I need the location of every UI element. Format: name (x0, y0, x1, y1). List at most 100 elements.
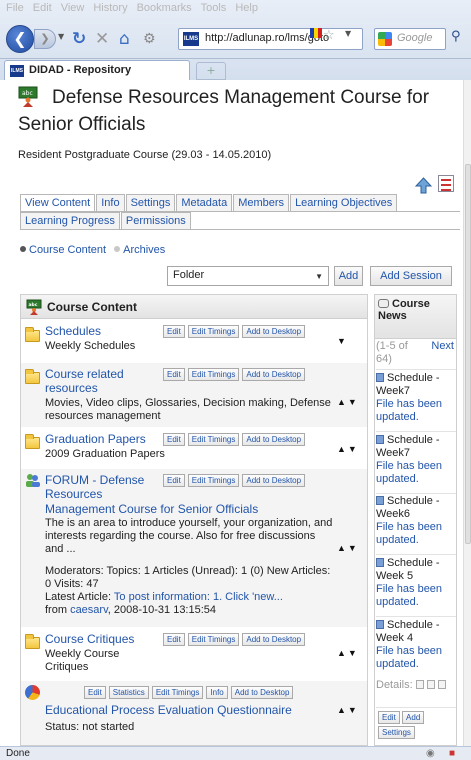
author-link[interactable]: caesarv (70, 604, 108, 616)
details-short-icon[interactable] (415, 680, 424, 689)
news-add-button[interactable]: Add (402, 711, 425, 724)
tab-metadata[interactable]: Metadata (176, 194, 233, 211)
menu-bookmarks[interactable]: Bookmarks (137, 2, 192, 18)
edit-button[interactable]: Edit (163, 325, 185, 338)
vertical-scrollbar[interactable] (463, 80, 471, 746)
edit-timings-button[interactable]: Edit Timings (187, 633, 240, 646)
tools-icon[interactable]: ⚙ (143, 30, 156, 48)
forum-from: from caesarv, 2008-10-31 13:15:54 (45, 604, 345, 617)
add-to-desktop-button[interactable]: Add to Desktop (242, 368, 306, 381)
inactive-bullet-icon (114, 246, 121, 252)
news-item-text[interactable]: File has been updated. (376, 521, 442, 546)
menu-help[interactable]: Help (235, 2, 258, 18)
from-label: from (45, 604, 67, 616)
news-item[interactable]: Schedule - Week7 File has been updated. (376, 434, 456, 486)
tab-learning-objectives[interactable]: Learning Objectives (290, 194, 398, 211)
reorder-arrows-icon[interactable]: ▲▼ (337, 397, 359, 407)
details-medium-icon[interactable] (426, 680, 435, 689)
menu-file[interactable]: File (6, 2, 24, 18)
google-icon[interactable] (378, 32, 392, 46)
edit-button[interactable]: Edit (163, 433, 185, 446)
item-title-link[interactable]: Course Critiques (45, 632, 134, 646)
forward-button[interactable]: ❯ (34, 29, 56, 49)
item-title-link[interactable]: Graduation Papers (45, 432, 146, 446)
tab-info[interactable]: Info (96, 194, 125, 211)
search-input[interactable]: Google (374, 28, 446, 50)
edit-timings-button[interactable]: Edit Timings (187, 433, 240, 446)
stop-icon[interactable]: ✕ (95, 30, 109, 48)
tab-settings[interactable]: Settings (125, 194, 176, 211)
history-dropdown-icon[interactable]: ▼ (58, 32, 64, 41)
tab-learning-progress[interactable]: Learning Progress (20, 212, 120, 229)
news-edit-button[interactable]: Edit (378, 711, 400, 724)
add-to-desktop-button[interactable]: Add to Desktop (230, 686, 294, 699)
divider (376, 431, 456, 432)
news-item-text[interactable]: File has been updated. (376, 460, 442, 485)
subnav-course-content[interactable]: Course Content (29, 244, 106, 256)
item-title-link[interactable]: Schedules (45, 324, 101, 338)
statistics-button[interactable]: Statistics (108, 686, 149, 699)
menu-edit[interactable]: Edit (33, 2, 52, 18)
forum-latest-article: Latest Article: To post information: 1. … (45, 591, 345, 604)
reload-icon[interactable]: ↻ (72, 30, 86, 48)
bookmark-star-icon[interactable]: ☆ (323, 28, 335, 43)
edit-timings-button[interactable]: Edit Timings (187, 474, 240, 487)
add-to-desktop-button[interactable]: Add to Desktop (242, 633, 306, 646)
edit-button[interactable]: Edit (163, 368, 185, 381)
edit-timings-button[interactable]: Edit Timings (187, 325, 240, 338)
news-item[interactable]: Schedule - Week7 File has been updated. (376, 372, 456, 424)
forum-subtitle-link[interactable]: Management Course for Senior Officials (45, 502, 345, 516)
edit-button[interactable]: Edit (163, 474, 185, 487)
add-session-button[interactable]: Add Session (370, 266, 452, 286)
reorder-arrows-icon[interactable]: ▲▼ (337, 648, 359, 658)
news-item[interactable]: Schedule - Week 4 File has been updated. (376, 619, 456, 671)
object-type-select[interactable]: Folder ▼ (167, 266, 329, 286)
menu-history[interactable]: History (93, 2, 127, 18)
item-title-link[interactable]: FORUM - Defense Resources (45, 473, 157, 501)
browser-tab[interactable]: ILMS DIDAD - Repository (4, 60, 190, 81)
add-button[interactable]: Add (334, 266, 363, 286)
address-bar[interactable]: ILMS http://adlunap.ro/lms/goto (178, 28, 363, 50)
list-item-graduation-papers: Graduation Papers 2009 Graduation Papers… (21, 428, 367, 468)
latest-article-link[interactable]: To post information: 1. Click 'new... (114, 591, 283, 603)
address-dropdown-icon[interactable]: ▼ (345, 29, 351, 38)
reorder-arrows-icon[interactable]: ▲▼ (337, 543, 359, 553)
move-down-icon[interactable]: ▼ (337, 336, 348, 346)
add-to-desktop-button[interactable]: Add to Desktop (242, 325, 306, 338)
back-button[interactable]: ❮ (6, 25, 34, 53)
subnav-archives[interactable]: Archives (123, 244, 165, 256)
news-next-link[interactable]: Next (431, 340, 454, 353)
news-settings-button[interactable]: Settings (378, 726, 415, 739)
edit-button[interactable]: Edit (163, 633, 185, 646)
news-item[interactable]: Schedule - Week 5 File has been updated. (376, 557, 456, 609)
reorder-arrows-icon[interactable]: ▲▼ (337, 444, 359, 454)
edit-button[interactable]: Edit (84, 686, 106, 699)
tab-permissions[interactable]: Permissions (120, 212, 191, 229)
item-title-link[interactable]: Course related resources (45, 367, 155, 395)
menu-tools[interactable]: Tools (201, 2, 227, 18)
details-full-icon[interactable] (437, 680, 446, 689)
new-tab-button[interactable]: + (196, 62, 226, 80)
menu-view[interactable]: View (61, 2, 85, 18)
news-item-text[interactable]: File has been updated. (376, 398, 442, 423)
up-arrow-icon[interactable] (415, 177, 432, 194)
add-to-desktop-button[interactable]: Add to Desktop (242, 433, 306, 446)
browser-chrome: File Edit View History Bookmarks Tools H… (0, 0, 471, 81)
info-button[interactable]: Info (206, 686, 228, 699)
news-item[interactable]: Schedule - Week6 File has been updated. (376, 495, 456, 547)
scrollbar-thumb[interactable] (465, 164, 471, 544)
reorder-arrows-icon[interactable]: ▲▼ (337, 705, 359, 715)
home-icon[interactable]: ⌂ (119, 30, 130, 48)
details-label: Details: (376, 679, 413, 691)
tab-view-content[interactable]: View Content (20, 194, 96, 211)
search-icon[interactable]: ⚲ (451, 29, 461, 44)
edit-timings-button[interactable]: Edit Timings (151, 686, 204, 699)
edit-timings-button[interactable]: Edit Timings (187, 368, 240, 381)
news-buttons: Edit Add Settings (378, 711, 454, 739)
tab-members[interactable]: Members (233, 194, 290, 211)
add-to-desktop-button[interactable]: Add to Desktop (242, 474, 306, 487)
item-title-link[interactable]: Educational Process Evaluation Questionn… (45, 703, 335, 717)
news-item-text[interactable]: File has been updated. (376, 583, 442, 608)
news-item-text[interactable]: File has been updated. (376, 645, 442, 670)
list-view-icon[interactable] (438, 175, 454, 192)
